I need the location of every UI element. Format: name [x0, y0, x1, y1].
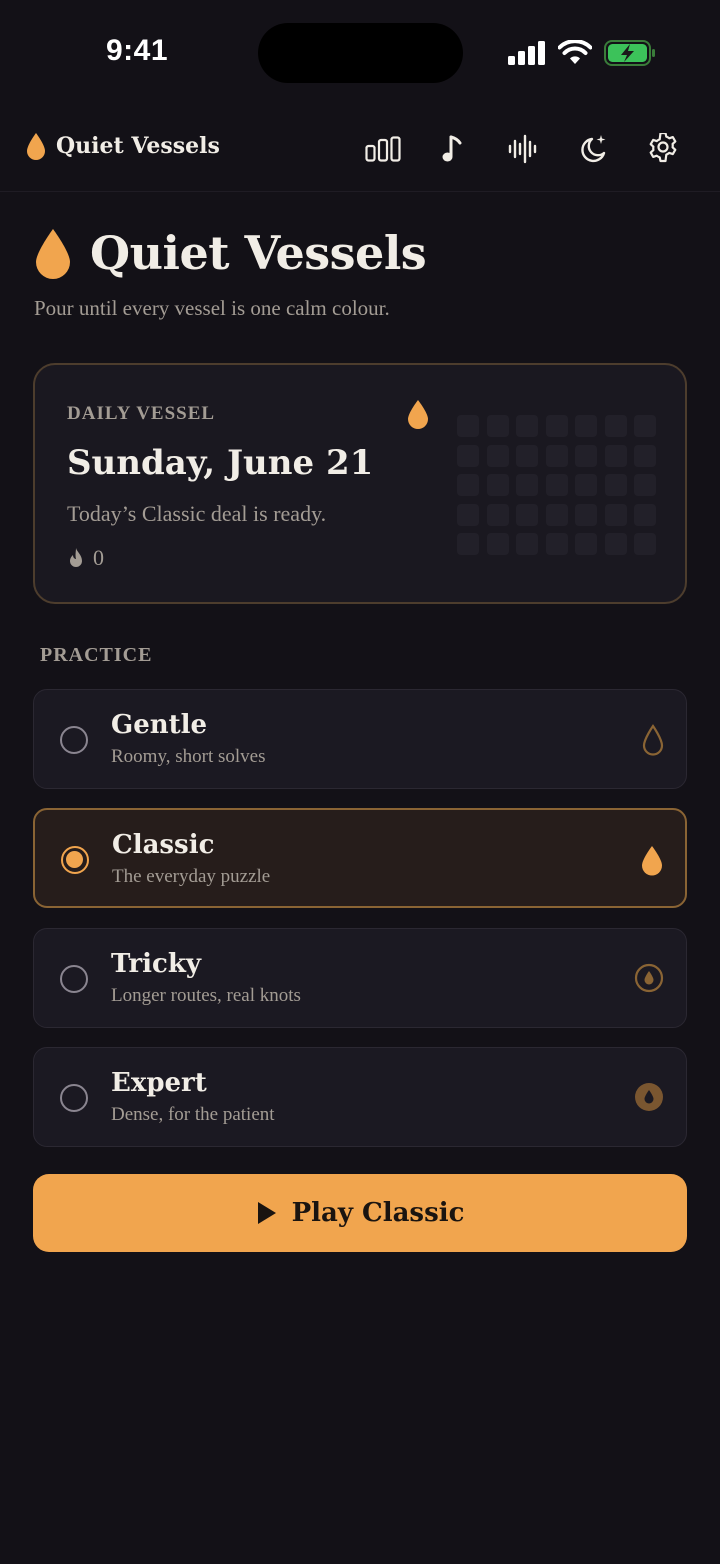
moon-sparkle-icon: [581, 135, 606, 163]
music-button[interactable]: [434, 130, 472, 168]
mode-option-gentle[interactable]: Gentle Roomy, short solves: [33, 689, 687, 789]
daily-date: Sunday, June 21: [67, 443, 374, 483]
status-icons: [508, 38, 656, 68]
mode-name: Tricky: [111, 949, 201, 979]
daily-drop-icon: [408, 400, 428, 429]
calendar-cell: [634, 474, 656, 496]
dynamic-island: [258, 23, 463, 83]
calendar-cell: [545, 533, 568, 555]
play-button[interactable]: Play Classic: [33, 1174, 687, 1252]
music-icon: [442, 135, 462, 162]
daily-kicker: DAILY VESSEL: [67, 403, 216, 424]
play-button-label: Play Classic: [291, 1198, 465, 1228]
calendar-cell: [457, 533, 479, 555]
wifi-icon: [558, 40, 592, 64]
calendar-cell: [634, 444, 656, 467]
calendar-cell: [604, 444, 627, 467]
drop-outline-icon: [642, 724, 664, 756]
calendar-cell: [545, 415, 568, 437]
calendar-cell: [575, 503, 597, 526]
streak-count: 0: [93, 545, 104, 570]
battery-charging-icon: [604, 40, 655, 66]
calendar-grid: [457, 415, 656, 555]
radio-button[interactable]: [60, 1084, 88, 1112]
calendar-cell: [486, 503, 509, 526]
mode-name: Gentle: [111, 710, 208, 740]
calendar-cell: [634, 533, 656, 555]
play-icon: [257, 1202, 276, 1224]
calendar-cell: [457, 415, 479, 437]
gear-icon: [649, 133, 677, 163]
calendar-cell: [575, 533, 597, 555]
drop-in-circle-icon: [634, 963, 664, 993]
sound-button[interactable]: [504, 130, 542, 168]
calendar-cell: [516, 415, 538, 437]
mode-name: Expert: [111, 1068, 207, 1098]
calendar-cell: [486, 444, 509, 467]
calendar-cell: [575, 415, 597, 437]
top-nav: Quiet Vessels: [0, 112, 720, 192]
calendar-cell: [545, 503, 568, 526]
calendar-cell: [516, 533, 538, 555]
calendar-cell: [634, 503, 656, 526]
mode-option-classic[interactable]: Classic The everyday puzzle: [33, 808, 687, 908]
daily-text: Today’s Classic deal is ready.: [67, 501, 327, 526]
nav-actions: [364, 130, 682, 168]
calendar-cell: [457, 503, 479, 526]
settings-button[interactable]: [644, 130, 682, 168]
calendar-cell: [486, 533, 509, 555]
page-title: Quiet Vessels: [34, 226, 427, 280]
calendar-cell: [486, 415, 509, 437]
stats-icon: [365, 136, 401, 162]
calendar-cell: [486, 474, 509, 496]
page-title-text: Quiet Vessels: [90, 226, 427, 280]
drop-filled-icon: [642, 846, 662, 876]
stats-button[interactable]: [364, 130, 402, 168]
calendar-cell: [604, 503, 627, 526]
mode-description: Dense, for the patient: [111, 1104, 275, 1125]
nav-brand-label: Quiet Vessels: [56, 133, 220, 159]
waveform-icon: [508, 134, 537, 164]
mode-name: Classic: [112, 830, 215, 860]
drop-icon: [36, 229, 70, 279]
mode-option-tricky[interactable]: Tricky Longer routes, real knots: [33, 928, 687, 1028]
calendar-cell: [604, 474, 627, 496]
mode-description: Roomy, short solves: [111, 746, 266, 767]
drop-logo-icon: [27, 133, 45, 160]
radio-button-selected[interactable]: [61, 846, 89, 874]
calendar-cell: [634, 415, 656, 437]
daily-vessel-card[interactable]: DAILY VESSEL Sunday, June 21 Today’s Cla…: [33, 363, 687, 604]
calendar-cell: [545, 444, 568, 467]
nav-brand[interactable]: Quiet Vessels: [26, 132, 220, 160]
calendar-cell: [516, 503, 538, 526]
mode-option-expert[interactable]: Expert Dense, for the patient: [33, 1047, 687, 1147]
calendar-cell: [516, 444, 538, 467]
status-bar: 9:41: [0, 0, 720, 100]
calendar-cell: [457, 474, 479, 496]
mode-description: Longer routes, real knots: [111, 985, 301, 1006]
flame-icon: [70, 548, 82, 567]
calendar-cell: [575, 474, 597, 496]
calendar-cell: [575, 444, 597, 467]
status-time: 9:41: [106, 34, 169, 67]
radio-button[interactable]: [60, 965, 88, 993]
page-subtitle: Pour until every vessel is one calm colo…: [34, 296, 390, 320]
calendar-cell: [516, 474, 538, 496]
drop-in-filled-circle-icon: [635, 1083, 663, 1111]
mode-description: The everyday puzzle: [112, 866, 271, 887]
calendar-cell: [604, 415, 627, 437]
streak-counter: 0: [67, 545, 104, 571]
practice-section-label: PRACTICE: [40, 644, 153, 666]
calendar-cell: [545, 474, 568, 496]
calendar-cell: [457, 444, 479, 467]
theme-button[interactable]: [574, 130, 612, 168]
cellular-signal-icon: [508, 41, 545, 65]
calendar-cell: [604, 533, 627, 555]
radio-button[interactable]: [60, 726, 88, 754]
